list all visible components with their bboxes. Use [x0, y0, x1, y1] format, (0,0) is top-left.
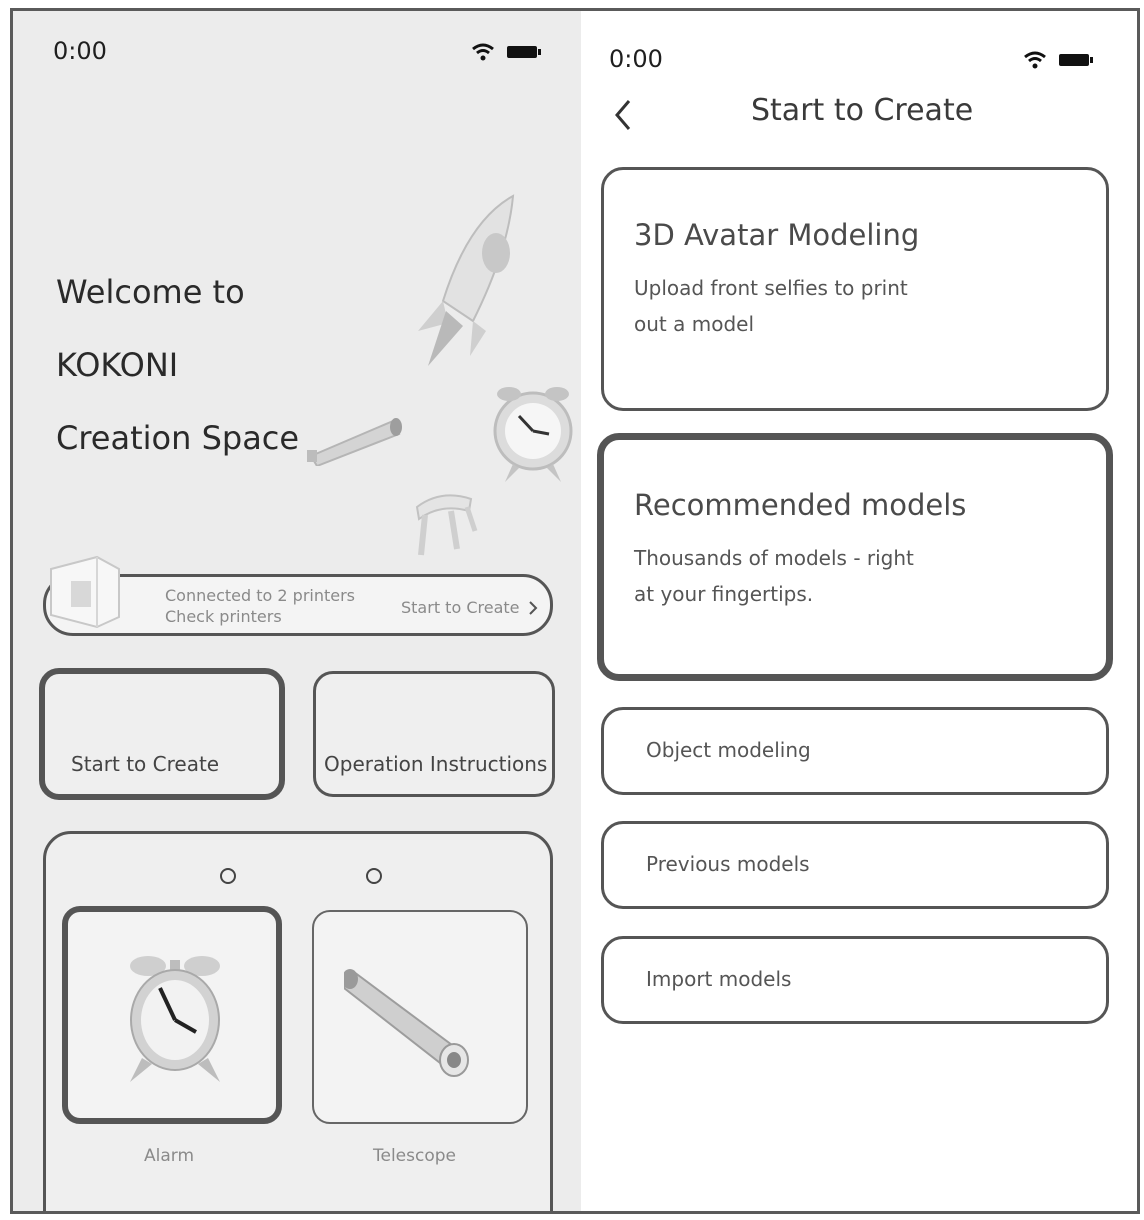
- carousel-dot[interactable]: [220, 868, 236, 884]
- start-to-create-screen: 0:00 Start to Create 3D Avatar Modeling …: [581, 11, 1137, 1211]
- welcome-line: KOKONI: [56, 346, 179, 384]
- printer-count: Connected to 2 printers: [165, 586, 356, 605]
- object-modeling-button[interactable]: Object modeling: [601, 707, 1109, 795]
- object-modeling-label: Object modeling: [646, 738, 811, 762]
- import-models-button[interactable]: Import models: [601, 936, 1109, 1024]
- home-screen: 0:00 Welcome to KOKONI Creation Space Co…: [13, 11, 581, 1211]
- alarm-clock-icon: [130, 956, 220, 1082]
- status-icons: [1023, 51, 1095, 69]
- start-to-create-link[interactable]: Start to Create: [401, 598, 538, 617]
- previous-models-button[interactable]: Previous models: [601, 821, 1109, 909]
- telescope-icon: [344, 969, 469, 1077]
- stool-icon: [415, 494, 478, 556]
- status-time: 0:00: [53, 37, 107, 65]
- check-printers-link[interactable]: Check printers: [165, 606, 355, 627]
- welcome-line: Welcome to: [56, 273, 245, 311]
- model-card-alarm[interactable]: [62, 906, 282, 1124]
- welcome-heading: Welcome to KOKONI Creation Space: [56, 256, 299, 475]
- status-icons: [471, 43, 543, 61]
- alarm-clock-icon: [493, 387, 573, 482]
- model-label-telescope: Telescope: [373, 1146, 456, 1166]
- screenshot-frame: 0:00 Welcome to KOKONI Creation Space Co…: [10, 8, 1140, 1214]
- start-to-create-link-label: Start to Create: [401, 598, 520, 617]
- battery-icon: [1059, 54, 1093, 66]
- battery-icon: [507, 46, 541, 58]
- operation-instructions-tile[interactable]: Operation Instructions: [313, 671, 555, 797]
- printer-status-text: Connected to 2 printers Check printers: [165, 585, 355, 627]
- operation-instructions-tile-label: Operation Instructions: [324, 752, 548, 776]
- chevron-right-icon: [529, 600, 538, 615]
- welcome-line: Creation Space: [56, 419, 300, 457]
- recommended-models-card[interactable]: Recommended models Thousands of models -…: [597, 433, 1113, 681]
- import-models-label: Import models: [646, 967, 792, 991]
- recommended-models-desc-line: at your fingertips.: [634, 582, 814, 606]
- model-carousel: Alarm Telescope: [43, 831, 553, 1211]
- carousel-dot[interactable]: [366, 868, 382, 884]
- avatar-modeling-desc: Upload front selfies to print out a mode…: [634, 270, 954, 342]
- start-to-create-tile[interactable]: Start to Create: [39, 668, 285, 800]
- wifi-icon: [472, 43, 494, 61]
- telescope-icon: [307, 418, 402, 466]
- back-arrow-icon[interactable]: [613, 99, 633, 131]
- page-title: Start to Create: [751, 93, 974, 128]
- rocket-icon: [418, 194, 515, 366]
- avatar-modeling-card[interactable]: 3D Avatar Modeling Upload front selfies …: [601, 167, 1109, 411]
- previous-models-label: Previous models: [646, 852, 810, 876]
- avatar-modeling-desc-line: out a model: [634, 312, 754, 336]
- recommended-models-desc: Thousands of models - right at your fing…: [634, 540, 954, 612]
- start-to-create-tile-label: Start to Create: [71, 752, 220, 776]
- status-time: 0:00: [609, 45, 663, 73]
- recommended-models-title: Recommended models: [634, 488, 967, 522]
- recommended-models-desc-line: Thousands of models - right: [634, 546, 914, 570]
- avatar-modeling-desc-line: Upload front selfies to print: [634, 276, 908, 300]
- wifi-icon: [1024, 51, 1046, 69]
- avatar-modeling-title: 3D Avatar Modeling: [634, 218, 920, 252]
- printer-icon: [50, 555, 120, 629]
- model-label-alarm: Alarm: [144, 1146, 195, 1166]
- model-card-telescope[interactable]: [312, 910, 528, 1124]
